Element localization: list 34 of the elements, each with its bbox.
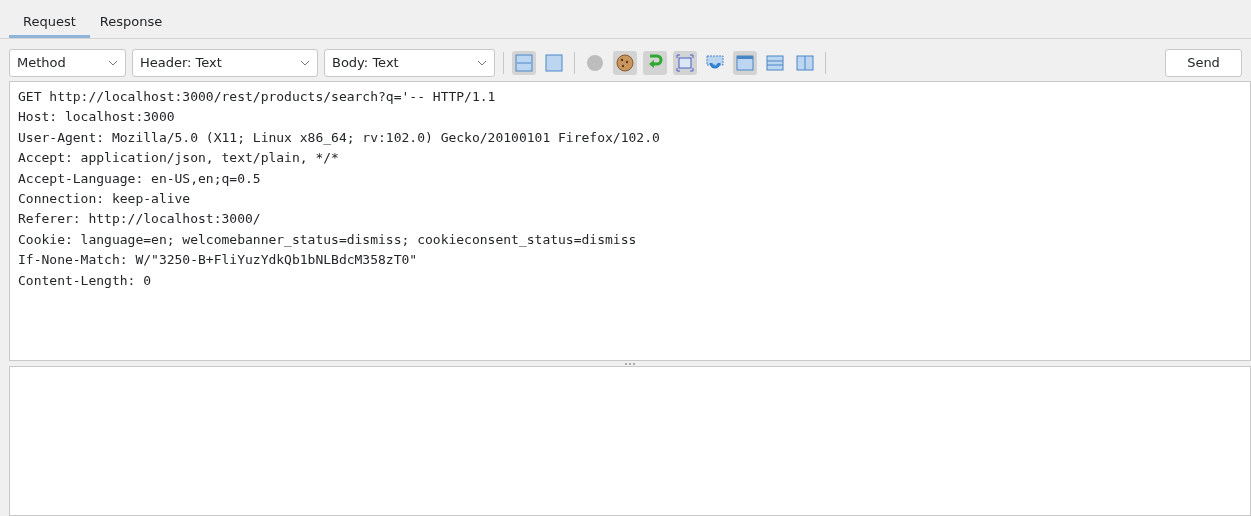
cookie-icon [615,53,635,73]
rows-layout-icon [765,53,785,73]
dropdown[interactable]: Body: Text [324,49,495,77]
caret-icon [300,60,310,66]
dropdown[interactable]: Method [9,49,126,77]
send-button[interactable]: Send [1165,49,1242,77]
columns-layout-icon [795,53,815,73]
request-line: Connection: keep-alive [18,190,191,209]
toolbar-toggle[interactable] [613,51,637,75]
request-editor[interactable] [9,81,1251,361]
request-line: Accept-Language: en-US,en;q=0.5 [18,169,261,188]
request-line: Host: localhost:3000 [18,108,175,127]
request-line: Referer: http://localhost:3000/ [18,210,261,229]
toolbar-toggle[interactable] [643,51,667,75]
tab[interactable]: Response [89,8,173,38]
request-line: Content-Length: 0 [18,271,152,290]
circle-icon [585,53,605,73]
request-line: GET http://localhost:3000/rest/products/search?q='-- HTTP/1.1 [18,88,496,106]
caret-icon [477,60,487,66]
request-line: User-Agent: Mozilla/5.0 (X11; Linux x86_64; rv:102.0) Gecko/20100101 Firefox/102.0 [18,128,660,147]
toolbar-toggle[interactable] [542,51,566,75]
pane-layout-icon [544,53,564,73]
request-line: Accept: application/json, text/plain, */* [18,149,339,168]
tab[interactable]: Request [9,8,90,38]
split-layout-icon [514,53,534,73]
toolbar-toggle[interactable] [512,51,536,75]
toolbar-toggle[interactable] [733,51,757,75]
toolbar-toggle[interactable] [673,51,697,75]
frame-icon [675,53,695,73]
window-icon [735,53,755,73]
caret-icon [108,60,118,66]
request-line: Cookie: language=en; welcomebanner_status=dismiss; cookieconsent_status=dismiss [18,230,637,249]
dropdown[interactable]: Header: Text [132,49,318,77]
request-line: If-None-Match: W/"3250-B+FliYuzYdkQb1bNLBdcM358zT0" [18,251,418,270]
